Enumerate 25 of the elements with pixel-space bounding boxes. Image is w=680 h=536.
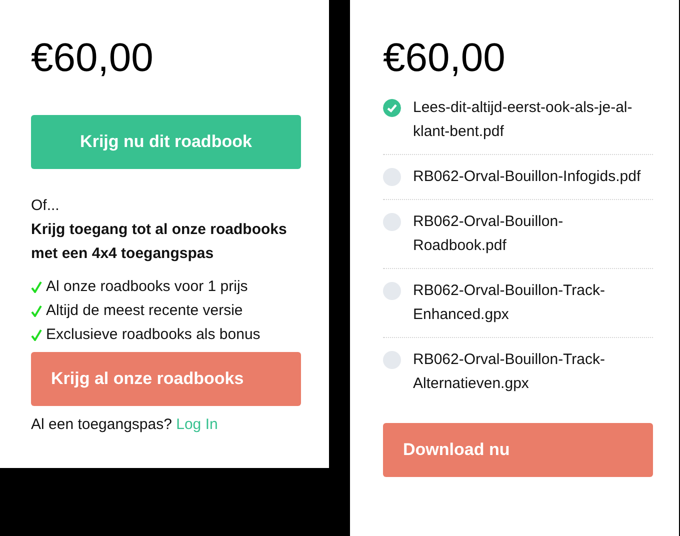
check-icon	[31, 281, 42, 293]
unchecked-circle[interactable]	[383, 213, 401, 231]
pass-heading: Krijg toegang tot al onze roadbooks met een 4x4 toegangspas	[31, 220, 288, 264]
buy-roadbook-button[interactable]: Krijg nu dit roadbook	[31, 115, 301, 169]
check-icon	[31, 329, 42, 341]
unchecked-circle[interactable]	[383, 282, 401, 300]
price: €60,00	[383, 35, 506, 81]
price: €60,00	[31, 35, 154, 81]
file-name: Lees-dit-altijd-eerst-ook-als-je-al-klant-bent.pdf	[413, 98, 634, 142]
benefit-text: Exclusieve roadbooks als bonus	[46, 325, 260, 345]
or-text: Of...	[31, 196, 60, 216]
file-name: RB062-Orval-Bouillon-Roadbook.pdf	[413, 212, 564, 256]
login-prompt: Al een toegangspas? Log In	[31, 415, 219, 435]
unchecked-circle[interactable]	[383, 168, 401, 186]
file-name: RB062-Orval-Bouillon-Infogids.pdf	[413, 167, 641, 187]
file-name: RB062-Orval-Bouillon-Track-Enhanced.gpx	[413, 281, 606, 325]
checked-icon[interactable]	[383, 99, 401, 117]
download-button[interactable]: Download nu	[383, 423, 653, 477]
benefit-text: Al onze roadbooks voor 1 prijs	[46, 277, 248, 297]
check-icon	[31, 305, 42, 317]
unchecked-circle[interactable]	[383, 351, 401, 369]
get-pass-button[interactable]: Krijg al onze roadbooks	[31, 352, 301, 406]
benefit-text: Altijd de meest recente versie	[46, 301, 243, 321]
login-link[interactable]: Log In	[176, 416, 218, 433]
file-name: RB062-Orval-Bouillon-Track-Alternatieven.gpx	[413, 350, 606, 394]
